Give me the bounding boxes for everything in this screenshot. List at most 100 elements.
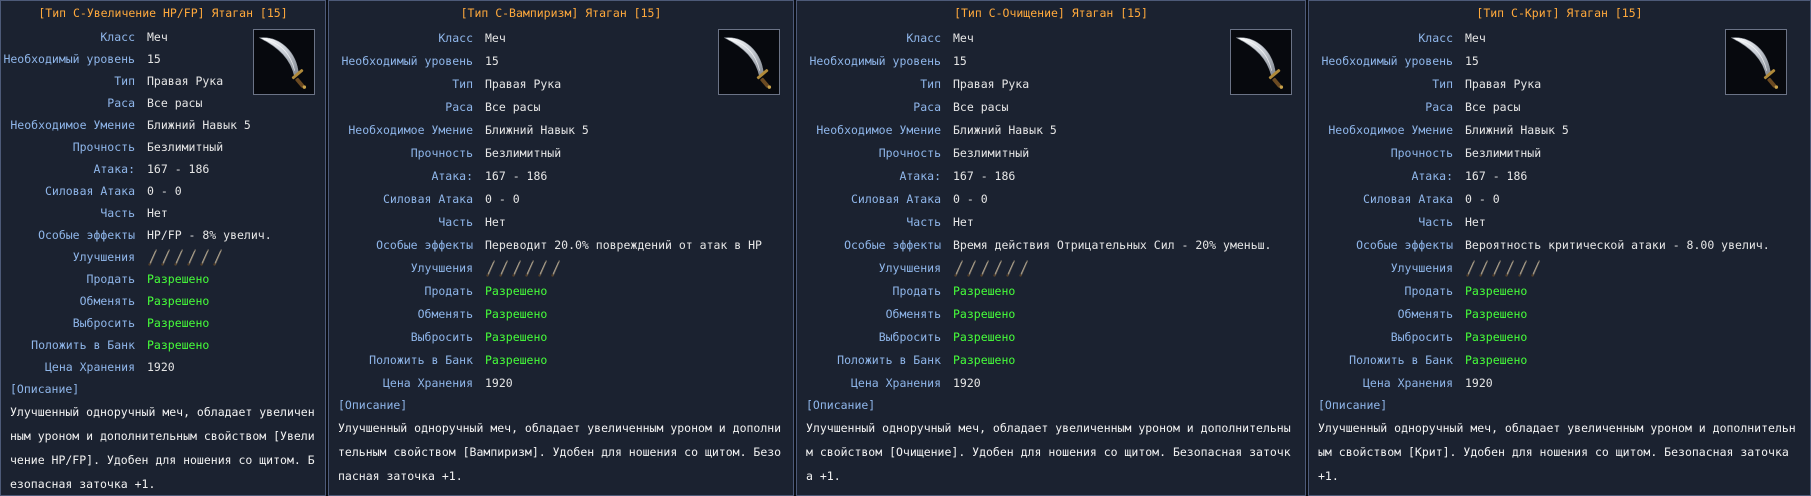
row-attack: Атака: 167 - 186 xyxy=(431,168,548,183)
upgrade-slot-icon xyxy=(992,259,1003,277)
row-storage-price: Цена Хранения 1920 xyxy=(850,375,981,390)
row-level: Необходимый уровень 15 xyxy=(809,53,967,68)
scimitar-icon xyxy=(1230,29,1292,95)
upgrade-slot-icon xyxy=(1018,259,1029,277)
upgrade-slots xyxy=(1465,259,1810,277)
row-drop: Выбросить Разрешено xyxy=(1390,329,1528,344)
item-title: [Тип С-Вампиризм] Ятаган [15] xyxy=(460,6,662,20)
upgrade-slot-icon xyxy=(485,259,496,277)
row-sell: Продать Разрешено xyxy=(86,272,210,286)
row-durability: Прочность Безлимитный xyxy=(878,145,1030,160)
item-title: [Тип С-Увеличение HP/FP] Ятаган [15] xyxy=(38,6,288,20)
row-upgrades: Улучшения xyxy=(1,246,325,268)
row-class: Класс Меч xyxy=(100,30,168,44)
upgrade-slot-icon xyxy=(953,259,964,277)
row-sell: Продать Разрешено xyxy=(424,283,548,298)
upgrade-slots xyxy=(953,259,1305,277)
row-upgrades: Улучшения xyxy=(797,256,1305,279)
row-power-attack: Силовая Атака 0 - 0 xyxy=(44,184,182,198)
row-race: Раса Все расы xyxy=(1425,99,1521,114)
upgrade-slot-icon xyxy=(160,248,171,266)
scimitar-icon xyxy=(253,29,315,95)
row-durability: Прочность Безлимитный xyxy=(72,140,224,154)
row-effects: Особые эффекты Переводит 20.0% повреждени… xyxy=(376,237,762,252)
row-attack: Атака: 167 - 186 xyxy=(93,162,210,176)
description-text: Улучшенный одноручный меч, обладает увел… xyxy=(806,421,1291,483)
row-bank: Положить в Банк Разрешено xyxy=(31,338,210,352)
upgrade-slot-icon xyxy=(511,259,522,277)
upgrade-slot-icon xyxy=(550,259,561,277)
row-upgrades: Улучшения xyxy=(1309,256,1810,279)
row-storage-price: Цена Хранения 1920 xyxy=(382,375,513,390)
row-trade: Обменять Разрешено xyxy=(885,306,1016,321)
row-effects: Особые эффекты Вероятность критической ат… xyxy=(1356,237,1770,252)
row-class: Класс Меч xyxy=(906,30,974,45)
row-storage-price: Цена Хранения 1920 xyxy=(1362,375,1493,390)
upgrade-slot-icon xyxy=(524,259,535,277)
tooltip-card-crit: [Тип С-Крит] Ятаган [15] Класс Меч Необхо… xyxy=(1307,0,1811,496)
scimitar-icon xyxy=(1725,29,1787,95)
upgrade-slot-icon xyxy=(173,248,184,266)
row-durability: Прочность Безлимитный xyxy=(1390,145,1542,160)
row-attack: Атака: 167 - 186 xyxy=(899,168,1016,183)
row-race: Раса Все расы xyxy=(445,99,541,114)
upgrade-slot-icon xyxy=(498,259,509,277)
row-storage-price: Цена Хранения 1920 xyxy=(44,360,175,374)
row-part: Часть Нет xyxy=(100,206,168,220)
upgrade-slot-icon xyxy=(1504,259,1515,277)
row-part: Часть Нет xyxy=(438,214,506,229)
row-attack: Атака: 167 - 186 xyxy=(1411,168,1528,183)
description-heading: [Описание] xyxy=(10,382,80,396)
row-power-attack: Силовая Атака 0 - 0 xyxy=(382,191,520,206)
row-skill: Необходимое Умение Ближний Навык 5 xyxy=(348,122,589,137)
description-text: Улучшенный одноручный меч, обладает увел… xyxy=(338,421,782,483)
row-drop: Выбросить Разрешено xyxy=(878,329,1016,344)
row-trade: Обменять Разрешено xyxy=(79,294,210,308)
upgrade-slot-icon xyxy=(979,259,990,277)
row-skill: Необходимое Умение Ближний Навык 5 xyxy=(816,122,1057,137)
row-drop: Выбросить Разрешено xyxy=(410,329,548,344)
row-race: Раса Все расы xyxy=(913,99,1009,114)
row-sell: Продать Разрешено xyxy=(892,283,1016,298)
row-power-attack: Силовая Атака 0 - 0 xyxy=(1362,191,1500,206)
upgrade-slot-icon xyxy=(186,248,197,266)
row-trade: Обменять Разрешено xyxy=(1397,306,1528,321)
row-skill: Необходимое Умение Ближний Навык 5 xyxy=(10,118,251,132)
upgrade-slots xyxy=(485,259,793,277)
description-heading: [Описание] xyxy=(806,398,876,412)
item-title: [Тип С-Очищение] Ятаган [15] xyxy=(954,6,1148,20)
row-effects: Особые эффекты Время действия Отрицательн… xyxy=(844,237,1272,252)
row-type: Тип Правая Рука xyxy=(114,74,224,88)
upgrade-slot-icon xyxy=(1478,259,1489,277)
upgrade-slot-icon xyxy=(1491,259,1502,277)
row-sell: Продать Разрешено xyxy=(1404,283,1528,298)
upgrade-slot-icon xyxy=(1517,259,1528,277)
description-heading: [Описание] xyxy=(338,398,408,412)
upgrade-slot-icon xyxy=(1465,259,1476,277)
row-type: Тип Правая Рука xyxy=(920,76,1030,91)
upgrade-slot-icon xyxy=(1530,259,1541,277)
upgrade-slot-icon xyxy=(966,259,977,277)
upgrade-slot-icon xyxy=(212,248,223,266)
item-title: [Тип С-Крит] Ятаган [15] xyxy=(1476,6,1643,20)
row-part: Часть Нет xyxy=(906,214,974,229)
row-bank: Положить в Банк Разрешено xyxy=(837,352,1016,367)
row-power-attack: Силовая Атака 0 - 0 xyxy=(850,191,988,206)
upgrade-slots xyxy=(147,248,325,266)
row-part: Часть Нет xyxy=(1418,214,1486,229)
row-durability: Прочность Безлимитный xyxy=(410,145,562,160)
row-skill: Необходимое Умение Ближний Навык 5 xyxy=(1328,122,1569,137)
description-heading: [Описание] xyxy=(1318,398,1388,412)
row-effects: Особые эффекты HP/FP - 8% увелич. xyxy=(38,228,272,242)
upgrade-slot-icon xyxy=(1005,259,1016,277)
upgrade-slot-icon xyxy=(537,259,548,277)
row-bank: Положить в Банк Разрешено xyxy=(369,352,548,367)
scimitar-icon xyxy=(718,29,780,95)
row-race: Раса Все расы xyxy=(107,96,203,110)
upgrade-slot-icon xyxy=(199,248,210,266)
upgrade-slot-icon xyxy=(147,248,158,266)
tooltip-card-vampirism: [Тип С-Вампиризм] Ятаган [15] Класс Меч Н… xyxy=(327,0,795,496)
description-text: Улучшенный одноручный меч, обладает увел… xyxy=(10,405,315,491)
tooltip-card-hpfp: [Тип С-Увеличение HP/FP] Ятаган [15] Кла… xyxy=(0,0,327,496)
row-drop: Выбросить Разрешено xyxy=(72,316,210,330)
